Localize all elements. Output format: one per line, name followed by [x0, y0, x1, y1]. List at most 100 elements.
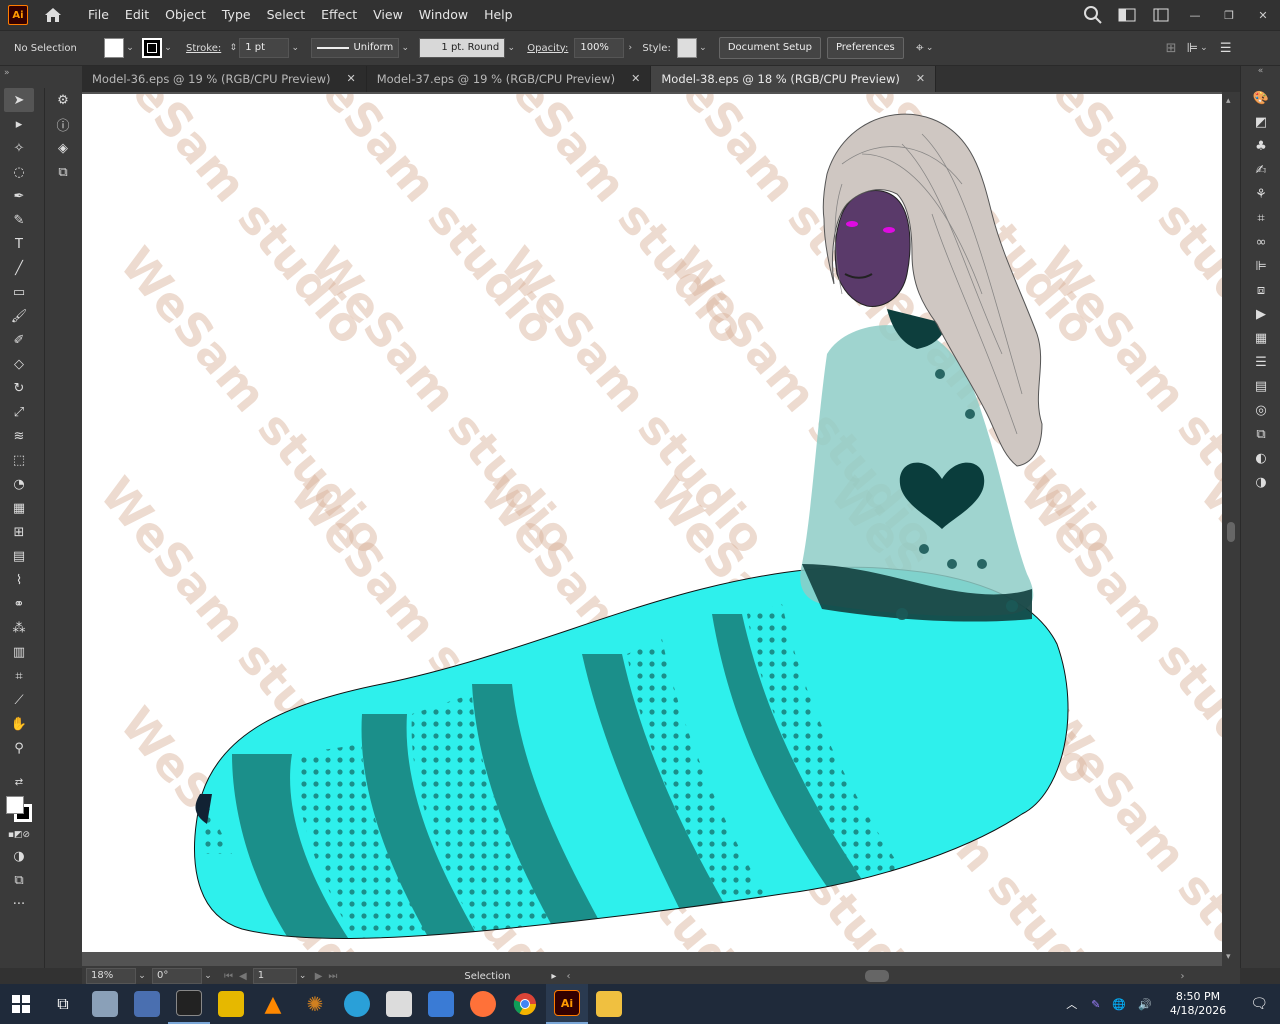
chevron-down-icon[interactable]: ⌄ — [1198, 43, 1210, 53]
fill-stroke-widget[interactable] — [4, 792, 38, 826]
chevron-down-icon[interactable]: ⌄ — [505, 43, 517, 53]
screen-mode-icon[interactable]: ⧉ — [4, 868, 34, 892]
opacity-field[interactable]: 100% — [574, 38, 625, 58]
transparency-icon[interactable]: ◎ — [1241, 398, 1280, 422]
horizontal-scrollbar[interactable] — [570, 970, 1180, 982]
scale-tool-icon[interactable]: ⤢ — [4, 400, 34, 424]
shape-builder-tool-icon[interactable]: ◔ — [4, 472, 34, 496]
gradient-panel-icon[interactable]: ▤ — [1241, 374, 1280, 398]
eraser-tool-icon[interactable]: ◇ — [4, 352, 34, 376]
eyedropper-tool-icon[interactable]: ⌇ — [4, 568, 34, 592]
media-player-icon[interactable] — [210, 984, 252, 1024]
magic-wand-tool-icon[interactable]: ✧ — [4, 136, 34, 160]
stroke-stepper[interactable]: ⇕ — [227, 43, 239, 53]
stroke-swatch[interactable] — [142, 38, 162, 58]
vlc-icon[interactable]: ▲ — [252, 984, 294, 1024]
arrange-documents-icon[interactable] — [1110, 0, 1144, 30]
brush-field[interactable]: 1 pt. Round — [419, 38, 506, 58]
network-icon[interactable]: 🌐 — [1112, 998, 1126, 1011]
artboards-icon[interactable]: ⧉ — [48, 160, 78, 184]
illustration[interactable] — [82, 94, 1222, 952]
collapse-icon[interactable]: » — [4, 68, 10, 78]
more-tools-icon[interactable]: ··· — [4, 892, 34, 916]
first-artboard-icon[interactable]: ⏮ — [224, 971, 233, 982]
vertical-scroll-thumb[interactable] — [1227, 522, 1235, 542]
lasso-tool-icon[interactable]: ◌ — [4, 160, 34, 184]
last-artboard-icon[interactable]: ⏭ — [328, 971, 337, 982]
artboard-number-field[interactable]: 1 — [252, 968, 297, 984]
studio-app-icon[interactable] — [168, 984, 210, 1024]
align-icon[interactable]: ⊫ — [1187, 41, 1198, 56]
store-icon[interactable] — [420, 984, 462, 1024]
status-menu-icon[interactable]: ▸ — [551, 971, 556, 982]
hand-tool-icon[interactable]: ✋ — [4, 712, 34, 736]
next-artboard-icon[interactable]: ▶ — [315, 971, 323, 982]
canvas-area[interactable]: WeSam studio WeSam studio WeSam studio WeSa… — [82, 92, 1240, 966]
swatches-icon[interactable]: ♣ — [1241, 134, 1280, 158]
artboard-tool-icon[interactable]: ⌗ — [4, 664, 34, 688]
warp-tool-icon[interactable]: ≋ — [4, 424, 34, 448]
gradient-tool-icon[interactable]: ▤ — [4, 544, 34, 568]
image-trace-icon[interactable]: ⧉ — [1241, 422, 1280, 446]
pathfinder-icon[interactable]: ⧈ — [1241, 278, 1280, 302]
menu-object[interactable]: Object — [157, 0, 214, 30]
chevron-down-icon[interactable]: ⌄ — [162, 43, 174, 53]
menu-file[interactable]: File — [80, 0, 117, 30]
opacity-label[interactable]: Opacity: — [527, 43, 568, 54]
chevron-down-icon[interactable]: ⌄ — [697, 43, 709, 53]
menu-type[interactable]: Type — [214, 0, 259, 30]
transform-icon[interactable]: ⊞ — [1166, 41, 1177, 56]
photos-app-icon[interactable] — [84, 984, 126, 1024]
free-transform-tool-icon[interactable]: ⬚ — [4, 448, 34, 472]
vertical-scrollbar[interactable]: ▴ ▾ — [1222, 92, 1240, 966]
rotate-tool-icon[interactable]: ↻ — [4, 376, 34, 400]
transform-panel-icon[interactable]: ⌗ — [1241, 206, 1280, 230]
menu-edit[interactable]: Edit — [117, 0, 157, 30]
chevron-down-icon[interactable]: ⌄ — [297, 971, 309, 981]
fill-swatch[interactable] — [104, 38, 124, 58]
bug-app-icon[interactable]: ✺ — [294, 984, 336, 1024]
document-setup-button[interactable]: Document Setup — [718, 37, 821, 59]
chevron-down-icon[interactable]: ⌄ — [289, 43, 301, 53]
rotation-field[interactable]: 0° — [152, 968, 202, 984]
layers-icon[interactable]: ◈ — [48, 136, 78, 160]
horizontal-scroll-thumb[interactable] — [865, 970, 890, 982]
stroke-panel-icon[interactable]: ☰ — [1241, 350, 1280, 374]
perspective-grid-tool-icon[interactable]: ▦ — [4, 496, 34, 520]
paintbrush-tool-icon[interactable]: 🖌 — [4, 304, 34, 328]
snipping-tool-icon[interactable] — [126, 984, 168, 1024]
chrome-icon[interactable] — [504, 984, 546, 1024]
preferences-button[interactable]: Preferences — [826, 37, 904, 59]
illustrator-taskbar-icon[interactable]: Ai — [546, 984, 588, 1024]
panel-menu-icon[interactable]: ☰ — [1220, 41, 1232, 56]
symbol-sprayer-tool-icon[interactable]: ⁂ — [4, 616, 34, 640]
previous-artboard-icon[interactable]: ◀ — [239, 971, 247, 982]
chevron-right-icon[interactable]: › — [624, 43, 636, 53]
close-tab-icon[interactable]: ✕ — [346, 66, 355, 92]
zoom-tool-icon[interactable]: ⚲ — [4, 736, 34, 760]
file-explorer-icon[interactable] — [588, 984, 630, 1024]
clock[interactable]: 8:50 PM 4/18/2026 — [1170, 990, 1226, 1018]
color-mode-icon[interactable]: ▪◩⊘ — [4, 826, 34, 844]
zoom-field[interactable]: 18% — [86, 968, 136, 984]
search-icon[interactable] — [1076, 0, 1110, 30]
scroll-down-icon[interactable]: ▾ — [1226, 952, 1231, 962]
artboard[interactable]: WeSam studio WeSam studio WeSam studio WeSa… — [82, 94, 1222, 952]
stroke-profile-field[interactable]: Uniform — [311, 38, 400, 58]
stroke-label[interactable]: Stroke: — [186, 43, 221, 54]
volume-icon[interactable]: 🔊 — [1138, 998, 1152, 1011]
chevron-down-icon[interactable]: ⌄ — [399, 43, 411, 53]
minimize-icon[interactable]: — — [1178, 0, 1212, 30]
menu-effect[interactable]: Effect — [313, 0, 365, 30]
fill-color-icon[interactable] — [6, 796, 24, 814]
expand-panels-icon[interactable]: « — [1241, 66, 1280, 86]
menu-select[interactable]: Select — [259, 0, 314, 30]
draw-mode-icon[interactable]: ◑ — [4, 844, 34, 868]
home-icon[interactable] — [42, 4, 64, 26]
pen-tray-icon[interactable]: ✎ — [1091, 998, 1100, 1011]
photo-editor-icon[interactable] — [378, 984, 420, 1024]
type-tool-icon[interactable]: T — [4, 232, 34, 256]
brushes-icon[interactable]: ✍ — [1241, 158, 1280, 182]
menu-help[interactable]: Help — [476, 0, 521, 30]
close-tab-icon[interactable]: ✕ — [631, 66, 640, 92]
